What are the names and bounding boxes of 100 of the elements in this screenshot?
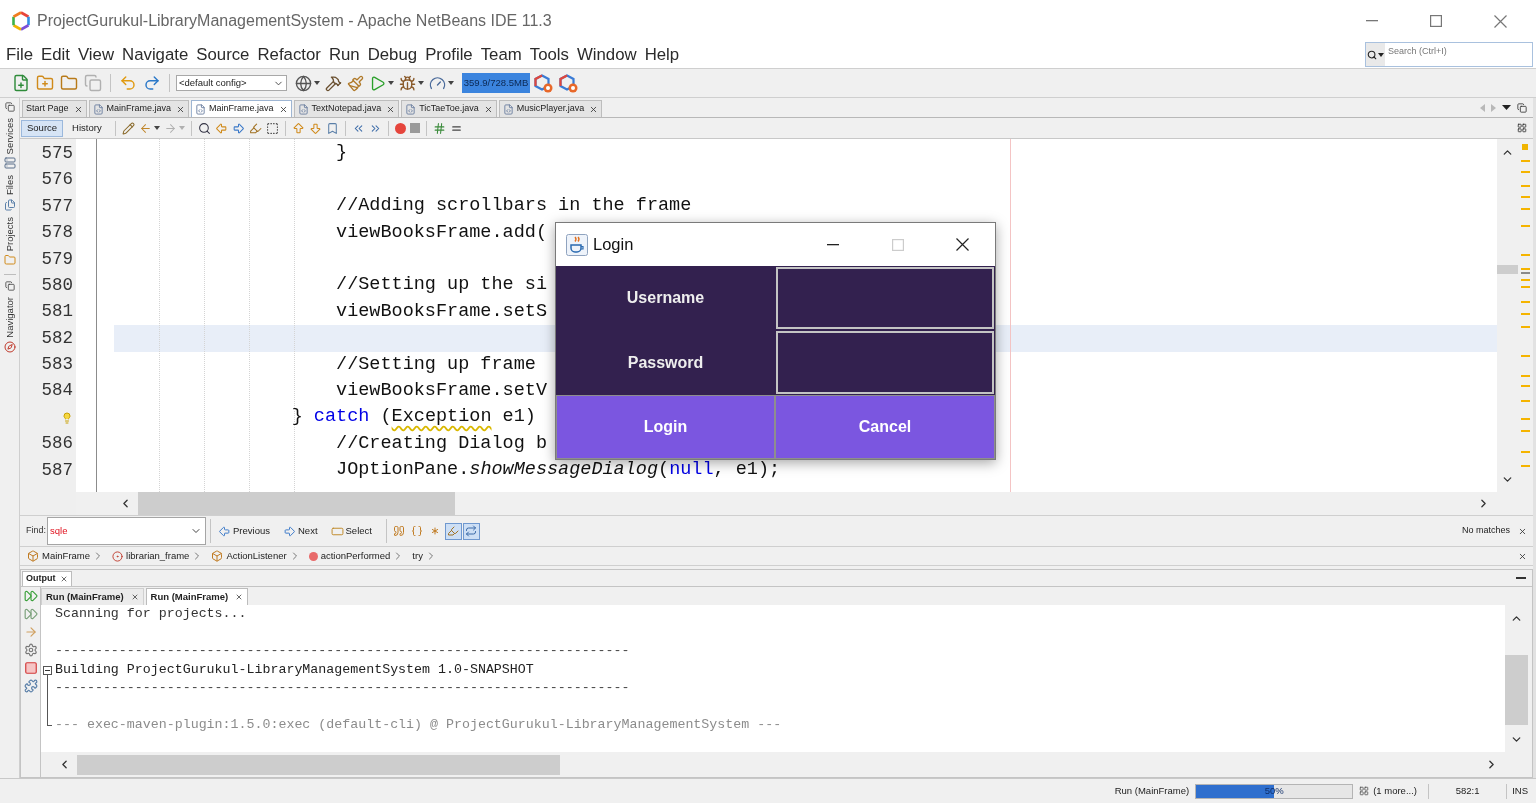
hash-icon	[432, 121, 446, 135]
dialog-button[interactable]: Login	[556, 395, 775, 459]
restore-icon[interactable]	[4, 280, 15, 291]
grid-icon[interactable]	[1517, 123, 1527, 133]
find-field[interactable]: sqle	[47, 517, 206, 545]
close-icon[interactable]	[130, 593, 139, 601]
breadcrumb-item[interactable]: ActionListener	[211, 548, 287, 564]
fast-forward-icon[interactable]	[23, 607, 38, 621]
file-icon	[92, 103, 104, 115]
breadcrumb-item[interactable]: try	[412, 548, 423, 564]
menu-item[interactable]: Refactor	[253, 44, 325, 66]
input-field[interactable]	[776, 331, 994, 394]
line-number: 583	[41, 356, 73, 374]
restore-icon[interactable]	[1517, 102, 1527, 113]
close-icon[interactable]	[278, 104, 288, 114]
memory-button[interactable]: 359.9/728.5MB	[462, 73, 530, 93]
fast-forward-icon[interactable]	[23, 589, 38, 603]
close-icon[interactable]	[59, 575, 68, 583]
caret-icon	[388, 81, 394, 85]
menu-item[interactable]: Run	[324, 44, 364, 66]
menu-item[interactable]: Navigate	[118, 44, 193, 66]
settings-icon[interactable]	[23, 643, 38, 657]
side-tab[interactable]: Navigator	[3, 296, 16, 353]
editor-tab[interactable]: TicTaeToe.java	[401, 100, 497, 117]
field-label: Username	[626, 288, 705, 308]
menu-item[interactable]: Window	[572, 44, 641, 66]
close-icon[interactable]	[589, 104, 599, 114]
dialog-title: Login	[593, 234, 634, 256]
editor-tab[interactable]: TextNotepad.java	[293, 100, 400, 117]
breadcrumb-item[interactable]: actionPerformed	[308, 548, 391, 564]
search-field[interactable]: Search (Ctrl+I)	[1365, 42, 1533, 67]
menu-item[interactable]: File	[2, 44, 38, 66]
editor-tab[interactable]: MusicPlayer.java	[498, 100, 603, 117]
hexagon-badge-icon[interactable]	[534, 73, 553, 93]
folder-icon	[60, 74, 78, 92]
view-tab[interactable]: Source	[21, 119, 64, 137]
close-icon[interactable]	[73, 104, 83, 114]
close-icon[interactable]	[386, 104, 396, 114]
code-line: //Creating Dialog b	[336, 434, 547, 454]
close-icon[interactable]	[176, 104, 186, 114]
previous-button[interactable]: Previous	[215, 521, 273, 541]
menu-item[interactable]: Debug	[363, 44, 422, 66]
menu-item[interactable]: Edit	[37, 44, 74, 66]
toggle-button[interactable]	[462, 522, 480, 540]
output-subtab[interactable]: Run (MainFrame)	[41, 588, 144, 605]
select-button[interactable]: Select	[327, 521, 375, 541]
collapse-icon[interactable]	[43, 665, 52, 675]
hexagon-badge-icon[interactable]	[559, 73, 578, 93]
menu-item[interactable]: Profile	[421, 44, 477, 66]
stop-icon[interactable]	[23, 661, 38, 675]
menu-item[interactable]: Source	[192, 44, 254, 66]
close-icon[interactable]	[235, 593, 244, 601]
menu-item[interactable]: Help	[640, 44, 684, 66]
file-icon	[195, 103, 207, 115]
coffee-cup-icon	[566, 233, 588, 256]
config-dropdown[interactable]: <default config>	[176, 75, 287, 91]
find-status: No matches	[1461, 524, 1510, 538]
menu-item[interactable]: Tools	[525, 44, 573, 66]
next-button[interactable]: Next	[280, 521, 321, 541]
side-tab[interactable]: Projects	[3, 216, 16, 266]
input-field[interactable]	[776, 267, 994, 329]
cube-icon	[27, 550, 39, 562]
side-tab[interactable]: Files	[3, 175, 16, 211]
view-tab[interactable]: History	[66, 119, 108, 137]
output-subtab[interactable]: Run (MainFrame)	[145, 588, 249, 605]
close-icon[interactable]	[483, 104, 493, 114]
puzzle-icon[interactable]	[23, 679, 38, 693]
caret-icon	[314, 81, 320, 85]
cube-icon	[211, 550, 224, 562]
grid-icon[interactable]	[1359, 786, 1370, 796]
hammer-icon	[325, 74, 342, 92]
arrow-left-icon	[218, 524, 231, 538]
scrollbar-thumb[interactable]	[77, 754, 560, 775]
side-tab[interactable]: Services	[3, 118, 16, 170]
caret-icon[interactable]	[1502, 105, 1511, 110]
file-icon	[405, 103, 417, 115]
scrollbar-thumb[interactable]	[138, 492, 455, 515]
restore-icon[interactable]	[4, 102, 15, 112]
editor-tab[interactable]: MainFrame.java	[191, 100, 292, 117]
record-icon	[394, 122, 406, 134]
output-tab[interactable]: Output	[22, 571, 72, 586]
horizontal-scrollbar[interactable]	[76, 492, 1533, 515]
quote-icon	[393, 525, 406, 537]
editor-tab[interactable]: Start Page	[22, 100, 87, 117]
dialog-button[interactable]: Cancel	[775, 395, 995, 459]
pencil-icon	[121, 121, 135, 135]
close-icon[interactable]	[1518, 551, 1527, 561]
toggle-button[interactable]	[444, 522, 462, 540]
scrollbar-thumb[interactable]	[1497, 265, 1518, 274]
menu-item[interactable]: Team	[476, 44, 526, 66]
editor-tab[interactable]: MainFrame.java	[88, 100, 190, 117]
breadcrumb-item[interactable]: librarian_frame	[112, 548, 190, 564]
breadcrumb-item[interactable]: MainFrame	[27, 548, 91, 564]
window-title: ProjectGurukul-LibraryManagementSystem - Apache NetBeans IDE 11.3	[37, 11, 552, 31]
scrollbar-thumb[interactable]	[1505, 655, 1528, 725]
close-icon[interactable]	[1518, 526, 1527, 536]
arrow-up-icon	[291, 121, 305, 135]
menu-item[interactable]: View	[73, 44, 119, 66]
line-number: 582	[41, 329, 73, 348]
search-icon	[1367, 49, 1377, 60]
